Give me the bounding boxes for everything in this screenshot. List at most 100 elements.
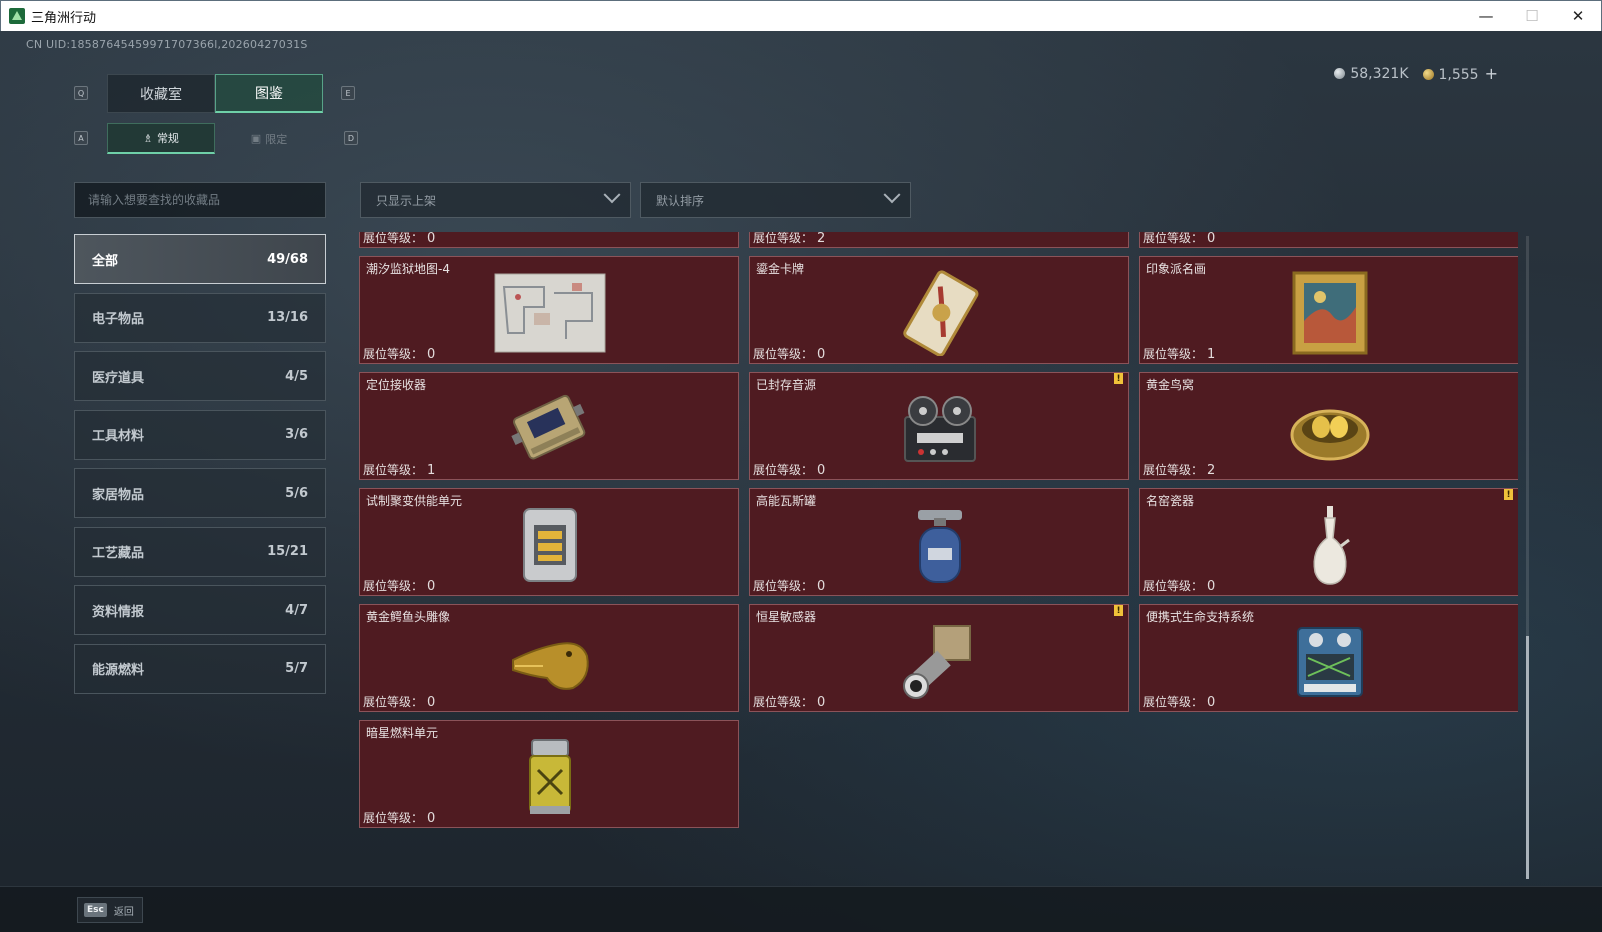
category-crafts[interactable]: 工艺藏品 15/21 [74, 526, 326, 577]
category-label: 电子物品 [92, 312, 145, 327]
collection-card[interactable]: 试制聚变供能单元 展位等级： 0 [359, 488, 739, 596]
level-value: 0 [427, 579, 436, 594]
card-name: 恒星敏感器 [756, 610, 817, 624]
level-label: 展位等级： [753, 463, 814, 477]
card-level: 展位等级： 0 [1143, 577, 1215, 594]
level-value: 2 [817, 232, 826, 246]
collection-card[interactable]: 展位等级： 0 [1139, 232, 1518, 248]
card-name: 黄金鳄鱼头雕像 [366, 610, 451, 624]
card-level: 展位等级： 0 [363, 345, 435, 362]
golden-nest-icon [1270, 385, 1390, 473]
level-value: 0 [817, 579, 826, 594]
level-label: 展位等级： [753, 695, 814, 709]
category-count: 13/16 [267, 310, 308, 325]
golden-crocodile-head-icon [490, 617, 610, 705]
tab-collection-room[interactable]: 收藏室 [107, 74, 215, 113]
category-count: 49/68 [267, 251, 308, 267]
category-count: 3/6 [285, 427, 308, 442]
shelf-filter-dropdown[interactable]: 只显示上架 [360, 182, 631, 218]
player-uid: CN UID:18587645459971707366l,20260427031… [26, 38, 308, 51]
star-sensor-icon [880, 617, 1000, 705]
category-list: 全部 49/68 电子物品 13/16 医疗道具 4/5 工具材料 3/6 家居物品 5/… [74, 234, 326, 702]
level-label: 展位等级： [363, 463, 424, 477]
category-household[interactable]: 家居物品 5/6 [74, 468, 326, 518]
footer-bar: Esc 返回 [0, 886, 1602, 932]
subtab-limited[interactable]: ▣ 限定 [215, 123, 323, 154]
collection-card[interactable]: 已封存音源 ! 展位等级： 0 [749, 372, 1129, 480]
category-medical[interactable]: 医疗道具 4/5 [74, 351, 326, 401]
back-label: 返回 [113, 906, 134, 918]
card-name: 高能瓦斯罐 [756, 494, 817, 508]
key-hint-e: E [341, 86, 355, 100]
add-currency-button[interactable]: + [1485, 64, 1498, 83]
collection-card[interactable]: 便携式生命支持系统 展位等级： 0 [1139, 604, 1518, 712]
card-name: 已封存音源 [756, 378, 817, 392]
collection-card[interactable]: 潮汐监狱地图-4 展位等级： 0 [359, 256, 739, 364]
card-name: 鎏金卡牌 [756, 262, 805, 276]
gas-canister-icon [880, 501, 1000, 589]
chevron-down-icon [603, 186, 621, 204]
game-viewport: CN UID:18587645459971707366l,20260427031… [0, 31, 1602, 932]
esc-key-hint: Esc [84, 903, 107, 917]
category-fuel[interactable]: 能源燃料 5/7 [74, 643, 326, 694]
collection-card[interactable]: 鎏金卡牌 展位等级： 0 [749, 256, 1129, 364]
minimize-button[interactable]: — [1463, 1, 1509, 32]
collection-card[interactable]: 黄金鳄鱼头雕像 展位等级： 0 [359, 604, 739, 712]
level-value: 2 [1207, 463, 1216, 478]
card-name: 暗星燃料单元 [366, 726, 439, 740]
collection-card[interactable]: 印象派名画 展位等级： 1 [1139, 256, 1518, 364]
level-value: 0 [427, 232, 436, 246]
collection-card[interactable]: 定位接收器 展位等级： 1 [359, 372, 739, 480]
category-count: 15/21 [267, 544, 308, 559]
collection-card[interactable]: 名窑瓷器 ! 展位等级： 0 [1139, 488, 1518, 596]
grid-scrollbar-thumb[interactable] [1526, 636, 1529, 879]
category-intel[interactable]: 资料情报 4/7 [74, 585, 326, 635]
category-label: 工具材料 [92, 429, 145, 444]
level-value: 0 [817, 695, 826, 710]
level-value: 0 [1207, 695, 1216, 710]
collection-card[interactable]: 暗星燃料单元 展位等级： 0 [359, 720, 739, 828]
tab-codex[interactable]: 图鉴 [215, 74, 323, 113]
silver-value: 58,321K [1350, 65, 1409, 82]
image-icon: ▣ [250, 132, 262, 145]
gold-coin-icon [1422, 69, 1434, 80]
card-level: 展位等级： 0 [363, 577, 435, 594]
collection-card[interactable]: 展位等级： 0 [359, 232, 739, 248]
category-count: 4/5 [285, 368, 308, 384]
close-button[interactable]: ✕ [1555, 1, 1601, 32]
main-tabs: 收藏室 图鉴 [107, 74, 323, 113]
window-title: 三角洲行动 [31, 10, 97, 26]
collection-card[interactable]: 黄金鸟窝 展位等级： 2 [1139, 372, 1518, 480]
subtab-regular[interactable]: ♗ 常规 [107, 123, 215, 154]
back-button[interactable]: Esc 返回 [77, 897, 143, 923]
silver-currency: 58,321K [1334, 65, 1409, 82]
collection-card[interactable]: 高能瓦斯罐 展位等级： 0 [749, 488, 1129, 596]
reel-to-reel-recorder-icon [880, 385, 1000, 473]
card-level: 展位等级： 0 [1143, 232, 1215, 246]
level-value: 0 [817, 463, 826, 478]
level-label: 展位等级： [753, 232, 814, 245]
card-name: 潮汐监狱地图-4 [366, 262, 450, 276]
category-electronics[interactable]: 电子物品 13/16 [74, 292, 326, 343]
maximize-button[interactable]: ☐ [1509, 1, 1555, 32]
card-name: 黄金鸟窝 [1146, 378, 1195, 392]
collection-card[interactable]: 展位等级： 2 [749, 232, 1129, 248]
card-name: 定位接收器 [366, 378, 427, 392]
category-tools[interactable]: 工具材料 3/6 [74, 409, 326, 460]
card-level: 展位等级： 0 [753, 693, 825, 710]
category-label: 家居物品 [92, 487, 145, 503]
collection-card[interactable]: 恒星敏感器 ! 展位等级： 0 [749, 604, 1129, 712]
window-controls: — ☐ ✕ [1463, 1, 1601, 32]
porcelain-vase-icon [1270, 501, 1390, 589]
category-count: 5/6 [285, 485, 308, 501]
sort-dropdown[interactable]: 默认排序 [640, 182, 911, 218]
life-support-system-icon [1270, 617, 1390, 705]
sub-tabs: ♗ 常规 ▣ 限定 [107, 123, 323, 154]
search-input[interactable] [74, 182, 326, 218]
category-all[interactable]: 全部 49/68 [74, 234, 326, 284]
silver-coin-icon [1334, 67, 1346, 79]
card-level: 展位等级： 1 [363, 461, 435, 478]
subtab-limited-label: 限定 [265, 132, 288, 146]
level-label: 展位等级： [1143, 347, 1204, 361]
shelf-filter-value: 只显示上架 [376, 193, 437, 208]
